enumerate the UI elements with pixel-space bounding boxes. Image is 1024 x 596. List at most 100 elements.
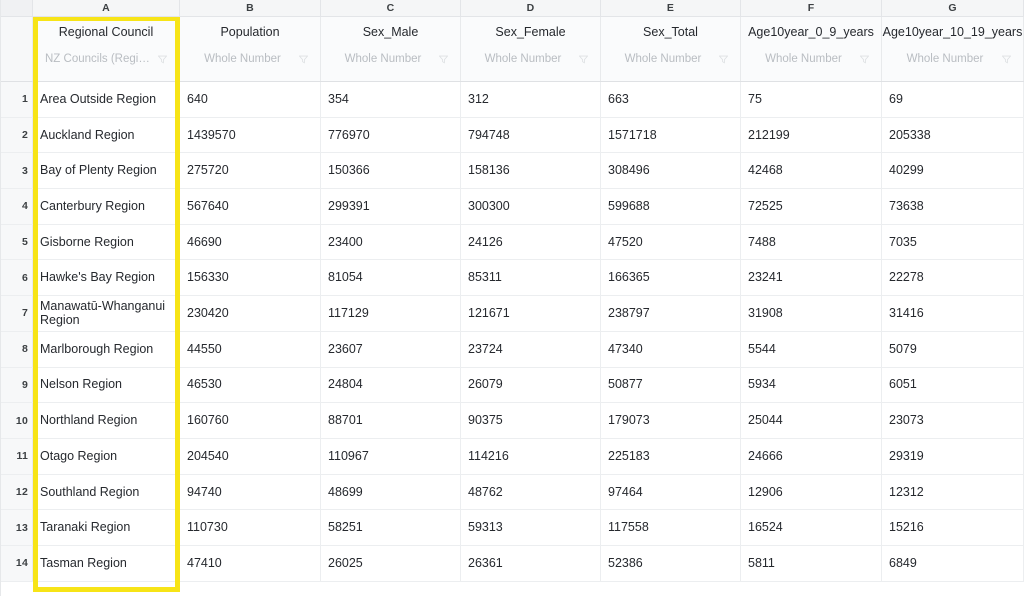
filter-funnel-icon[interactable] xyxy=(860,55,869,64)
cell-e9[interactable]: 50877 xyxy=(601,367,741,403)
cell-c10[interactable]: 88701 xyxy=(321,403,461,438)
field-header-a[interactable]: Regional Council NZ Councils (Regio... xyxy=(33,17,180,81)
filter-funnel-icon[interactable] xyxy=(439,55,448,64)
cell-d8[interactable]: 23724 xyxy=(461,331,601,367)
cell-d6[interactable]: 85311 xyxy=(461,260,601,296)
cell-a13[interactable]: Taranaki Region xyxy=(33,510,180,545)
cell-f13[interactable]: 16524 xyxy=(741,510,882,545)
cell-g2[interactable]: 205338 xyxy=(882,117,1024,153)
cell-b13[interactable]: 110730 xyxy=(180,510,321,545)
cell-c8[interactable]: 23607 xyxy=(321,331,461,367)
cell-f8[interactable]: 5544 xyxy=(741,331,882,367)
table-row[interactable]: 12 Southland Region 94740 48699 48762 97464 12… xyxy=(0,474,1024,511)
cell-b8[interactable]: 44550 xyxy=(180,331,321,367)
table-row[interactable]: 13 Taranaki Region 110730 58251 59313 117558 1… xyxy=(0,510,1024,546)
cell-b3[interactable]: 275720 xyxy=(180,153,321,189)
field-header-b[interactable]: Population Whole Number xyxy=(180,17,321,81)
filter-funnel-icon[interactable] xyxy=(158,55,167,64)
cell-e1[interactable]: 663 xyxy=(601,82,741,117)
cell-b10[interactable]: 160760 xyxy=(180,403,321,438)
cell-b2[interactable]: 1439570 xyxy=(180,117,321,153)
cell-g14[interactable]: 6849 xyxy=(882,545,1024,581)
field-header-g[interactable]: Age10year_10_19_years Whole Number xyxy=(882,17,1024,81)
row-number[interactable]: 2 xyxy=(0,117,33,153)
cell-a12[interactable]: Southland Region xyxy=(33,474,180,510)
cell-e11[interactable]: 225183 xyxy=(601,438,741,474)
data-rows-container[interactable]: 1 Area Outside Region 640 354 312 663 75 69 2 Auc… xyxy=(0,82,1024,596)
cell-e8[interactable]: 47340 xyxy=(601,331,741,367)
cell-f6[interactable]: 23241 xyxy=(741,260,882,296)
cell-a2[interactable]: Auckland Region xyxy=(33,117,180,153)
cell-g4[interactable]: 73638 xyxy=(882,189,1024,224)
cell-a9[interactable]: Nelson Region xyxy=(33,367,180,403)
cell-g13[interactable]: 15216 xyxy=(882,510,1024,545)
cell-f7[interactable]: 31908 xyxy=(741,296,882,331)
cell-b6[interactable]: 156330 xyxy=(180,260,321,296)
column-letter-e[interactable]: E xyxy=(601,0,741,16)
row-number[interactable]: 5 xyxy=(0,224,33,260)
cell-f9[interactable]: 5934 xyxy=(741,367,882,403)
cell-b7[interactable]: 230420 xyxy=(180,296,321,331)
cell-d9[interactable]: 26079 xyxy=(461,367,601,403)
cell-e2[interactable]: 1571718 xyxy=(601,117,741,153)
table-row[interactable]: 14 Tasman Region 47410 26025 26361 52386 5811 6… xyxy=(0,545,1024,582)
cell-a5[interactable]: Gisborne Region xyxy=(33,224,180,260)
cell-g5[interactable]: 7035 xyxy=(882,224,1024,260)
column-letter-b[interactable]: B xyxy=(180,0,321,16)
cell-d12[interactable]: 48762 xyxy=(461,474,601,510)
cell-g7[interactable]: 31416 xyxy=(882,296,1024,331)
cell-e10[interactable]: 179073 xyxy=(601,403,741,438)
row-number[interactable]: 12 xyxy=(0,474,33,510)
row-number[interactable]: 11 xyxy=(0,438,33,474)
row-number[interactable]: 14 xyxy=(0,545,33,581)
cell-a6[interactable]: Hawke's Bay Region xyxy=(33,260,180,296)
cell-f10[interactable]: 25044 xyxy=(741,403,882,438)
table-row[interactable]: 6 Hawke's Bay Region 156330 81054 85311 16636… xyxy=(0,260,1024,297)
cell-b4[interactable]: 567640 xyxy=(180,189,321,224)
cell-f2[interactable]: 212199 xyxy=(741,117,882,153)
table-row[interactable]: 7 Manawatū-Whanganui Region 230420 117129 12… xyxy=(0,296,1024,332)
cell-d4[interactable]: 300300 xyxy=(461,189,601,224)
row-number[interactable]: 1 xyxy=(0,82,33,117)
cell-a14[interactable]: Tasman Region xyxy=(33,545,180,581)
cell-c12[interactable]: 48699 xyxy=(321,474,461,510)
cell-c1[interactable]: 354 xyxy=(321,82,461,117)
filter-funnel-icon[interactable] xyxy=(1002,55,1011,64)
cell-b14[interactable]: 47410 xyxy=(180,545,321,581)
spreadsheet-grid[interactable]: ABCDEFG Regional Council NZ Councils (Reg… xyxy=(0,0,1024,596)
field-header-d[interactable]: Sex_Female Whole Number xyxy=(461,17,601,81)
cell-c7[interactable]: 117129 xyxy=(321,296,461,331)
cell-c13[interactable]: 58251 xyxy=(321,510,461,545)
cell-d5[interactable]: 24126 xyxy=(461,224,601,260)
table-row[interactable]: 4 Canterbury Region 567640 299391 300300 5996… xyxy=(0,189,1024,225)
cell-b5[interactable]: 46690 xyxy=(180,224,321,260)
cell-c6[interactable]: 81054 xyxy=(321,260,461,296)
cell-c9[interactable]: 24804 xyxy=(321,367,461,403)
cell-d13[interactable]: 59313 xyxy=(461,510,601,545)
cell-f1[interactable]: 75 xyxy=(741,82,882,117)
table-row[interactable]: 8 Marlborough Region 44550 23607 23724 47340 5… xyxy=(0,331,1024,368)
cell-d10[interactable]: 90375 xyxy=(461,403,601,438)
row-number[interactable]: 6 xyxy=(0,260,33,296)
row-number[interactable]: 7 xyxy=(0,296,33,331)
cell-c2[interactable]: 776970 xyxy=(321,117,461,153)
cell-b11[interactable]: 204540 xyxy=(180,438,321,474)
cell-g6[interactable]: 22278 xyxy=(882,260,1024,296)
cell-e14[interactable]: 52386 xyxy=(601,545,741,581)
cell-f12[interactable]: 12906 xyxy=(741,474,882,510)
cell-f11[interactable]: 24666 xyxy=(741,438,882,474)
cell-g10[interactable]: 23073 xyxy=(882,403,1024,438)
cell-g3[interactable]: 40299 xyxy=(882,153,1024,189)
field-header-f[interactable]: Age10year_0_9_years Whole Number xyxy=(741,17,882,81)
cell-a1[interactable]: Area Outside Region xyxy=(33,82,180,117)
table-row[interactable]: 3 Bay of Plenty Region 275720 150366 158136 3… xyxy=(0,153,1024,190)
cell-d11[interactable]: 114216 xyxy=(461,438,601,474)
cell-d3[interactable]: 158136 xyxy=(461,153,601,189)
cell-a11[interactable]: Otago Region xyxy=(33,438,180,474)
select-all-corner[interactable] xyxy=(0,0,33,16)
field-header-e[interactable]: Sex_Total Whole Number xyxy=(601,17,741,81)
cell-c4[interactable]: 299391 xyxy=(321,189,461,224)
cell-e5[interactable]: 47520 xyxy=(601,224,741,260)
cell-c11[interactable]: 110967 xyxy=(321,438,461,474)
cell-e13[interactable]: 117558 xyxy=(601,510,741,545)
